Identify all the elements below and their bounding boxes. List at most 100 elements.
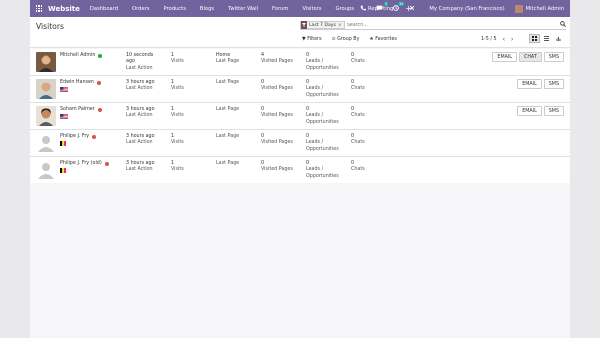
last-action-col: 10 seconds ago Last Action: [126, 53, 160, 72]
chats-col: 0 Chats: [351, 80, 365, 93]
email-button[interactable]: EMAIL: [517, 79, 542, 89]
favorites-label: Favorites: [375, 37, 397, 42]
last-page-col: Home Last Page: [216, 53, 239, 66]
sms-button[interactable]: SMS: [543, 106, 564, 116]
visitor-card[interactable]: Philipe J. Fry (old) 3 hours ago Last Ac…: [30, 157, 570, 184]
last-action-label: Last Action: [126, 140, 153, 146]
visits-label: Visits: [171, 167, 184, 173]
visits-label: Visits: [171, 86, 184, 92]
search-input[interactable]: [346, 22, 547, 28]
visitor-name-block: Mitchell Admin: [60, 53, 103, 58]
chats-col: 0 Chats: [351, 161, 365, 174]
menu-products[interactable]: Products: [164, 6, 186, 12]
visitor-photo: [36, 79, 56, 99]
last-action-col: 3 hours ago Last Action: [126, 80, 155, 93]
visited-pages-col: 0 Visited Pages: [261, 80, 293, 93]
leads-col: 0 Leads / Opportunities: [306, 53, 342, 72]
visitor-name: Edwin Hansen: [60, 80, 94, 85]
menu-forum[interactable]: Forum: [272, 6, 288, 12]
sms-button[interactable]: SMS: [543, 79, 564, 89]
visitor-card[interactable]: Soham Palmer 3 hours ago Last Action 1 V…: [30, 103, 570, 130]
leads-col: 0 Leads / Opportunities: [306, 134, 342, 153]
phone-icon[interactable]: [360, 5, 367, 13]
kanban-view-icon[interactable]: [529, 34, 540, 43]
leads-label: Leads / Opportunities: [306, 167, 339, 179]
visited-pages-label: Visited Pages: [261, 59, 293, 65]
last-page-col: Last Page: [216, 161, 239, 167]
action-buttons: EMAIL CHAT SMS: [490, 52, 564, 62]
last-page-col: Last Page: [216, 80, 239, 86]
leads-label: Leads / Opportunities: [306, 59, 339, 71]
visitor-name: Philipe J. Fry: [60, 134, 90, 139]
chats-label: Chats: [351, 59, 365, 65]
facet-value: Last 7 Days: [309, 22, 336, 28]
group-by-label: Group By: [337, 37, 360, 42]
last-page-label: Last Page: [216, 134, 240, 139]
visitor-list: Mitchell Admin 10 seconds ago Last Actio…: [30, 49, 570, 184]
activity-badge: 35: [398, 1, 405, 6]
pager-next-icon[interactable]: ›: [511, 36, 513, 43]
company-switcher[interactable]: My Company (San Francisco): [429, 6, 504, 12]
pager-value[interactable]: 1-5 / 5: [481, 37, 497, 42]
apps-menu-icon[interactable]: [34, 0, 44, 17]
filters-label: Filters: [307, 37, 322, 42]
leads-label: Leads / Opportunities: [306, 113, 339, 125]
placeholder-avatar-icon: [36, 160, 56, 180]
visitor-name-block: Philipe J. Fry (old): [60, 161, 109, 166]
be-flag-icon: [60, 168, 66, 173]
facet-remove-icon[interactable]: ×: [338, 23, 344, 28]
visited-pages-col: 4 Visited Pages: [261, 53, 293, 66]
chat-badge: 5: [384, 1, 389, 6]
visitor-name-block: Philipe J. Fry: [60, 134, 97, 139]
chat-button[interactable]: CHAT: [518, 52, 542, 62]
menu-visitors[interactable]: Visitors: [302, 6, 321, 12]
user-avatar[interactable]: [514, 4, 523, 13]
visits-col: 1 Visits: [171, 53, 184, 66]
activity-icon[interactable]: 35: [393, 1, 405, 13]
user-menu[interactable]: Mitchell Admin: [526, 6, 564, 12]
visitor-card[interactable]: Philipe J. Fry 3 hours ago Last Action 1…: [30, 130, 570, 157]
visited-pages-label: Visited Pages: [261, 140, 293, 146]
chats-label: Chats: [351, 113, 365, 119]
menu-orders[interactable]: Orders: [132, 6, 149, 12]
graph-view-icon[interactable]: [553, 34, 564, 43]
last-action-value: 10 seconds ago: [126, 53, 154, 65]
last-page-label: Last Page: [216, 80, 240, 85]
last-page-col: Last Page: [216, 134, 239, 140]
app-brand[interactable]: Website: [48, 5, 80, 13]
close-icon[interactable]: [409, 5, 415, 13]
menu-dashboard[interactable]: Dashboard: [90, 6, 118, 12]
pager-previous-icon[interactable]: ‹: [503, 36, 505, 43]
favorites-menu[interactable]: ★ Favorites: [369, 37, 397, 42]
list-view-icon[interactable]: [541, 34, 552, 43]
last-action-label: Last Action: [126, 65, 153, 71]
group-by-menu[interactable]: ≡ Group By: [332, 37, 360, 42]
chats-col: 0 Chats: [351, 107, 365, 120]
search-bar: Last 7 Days ×: [300, 21, 566, 30]
last-page-label: Last Page: [216, 107, 240, 112]
view-switcher: [528, 34, 564, 43]
filters-menu[interactable]: ▼ Filters: [302, 37, 322, 42]
chats-col: 0 Chats: [351, 134, 365, 147]
visitor-card[interactable]: Edwin Hansen 3 hours ago Last Action 1 V…: [30, 76, 570, 103]
last-action-label: Last Action: [126, 86, 153, 92]
chats-label: Chats: [351, 140, 365, 146]
search-icon[interactable]: [560, 21, 566, 29]
menu-twitter-wall[interactable]: Twitter Wall: [228, 6, 258, 12]
offline-status-icon: [104, 161, 109, 166]
email-button[interactable]: EMAIL: [517, 106, 542, 116]
visited-pages-col: 0 Visited Pages: [261, 161, 293, 174]
leads-col: 0 Leads / Opportunities: [306, 80, 342, 99]
be-flag-icon: [60, 141, 66, 146]
last-action-label: Last Action: [126, 113, 153, 119]
visits-label: Visits: [171, 140, 184, 146]
menu-blogs[interactable]: Blogs: [200, 6, 214, 12]
online-status-icon: [98, 53, 103, 58]
email-button[interactable]: EMAIL: [492, 52, 517, 62]
chat-icon[interactable]: 5: [376, 1, 389, 13]
sms-button[interactable]: SMS: [543, 52, 564, 62]
visited-pages-col: 0 Visited Pages: [261, 107, 293, 120]
visitor-card[interactable]: Mitchell Admin 10 seconds ago Last Actio…: [30, 49, 570, 76]
chats-label: Chats: [351, 167, 365, 173]
offline-status-icon: [97, 107, 102, 112]
